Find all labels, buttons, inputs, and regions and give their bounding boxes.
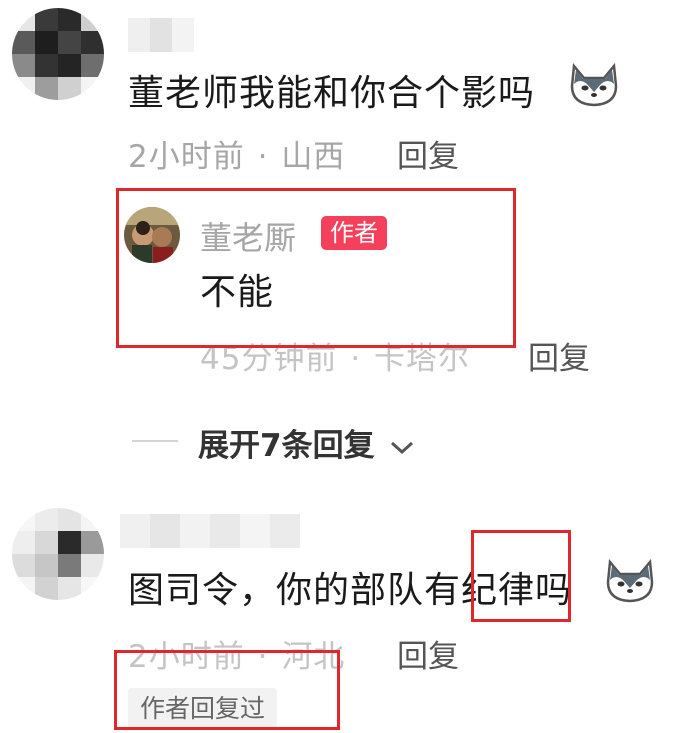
chevron-down-icon bbox=[391, 441, 414, 454]
highlight-box-author-replied bbox=[114, 650, 340, 730]
expand-replies-button[interactable]: 展开7条回复 bbox=[198, 420, 415, 465]
avatar[interactable] bbox=[12, 8, 104, 100]
username-blurred[interactable] bbox=[128, 18, 194, 52]
comment-meta: 2小时前 · 山西 bbox=[128, 131, 345, 176]
reply-button[interactable]: 回复 bbox=[397, 131, 459, 176]
cat-emoji-icon bbox=[570, 62, 618, 107]
highlight-box-discipline-word bbox=[471, 530, 571, 622]
avatar[interactable] bbox=[12, 508, 104, 600]
comment-text: 董老师我能和你合个影吗 bbox=[128, 73, 536, 114]
highlight-box-author-reply bbox=[116, 188, 516, 348]
expand-divider bbox=[132, 440, 178, 442]
comment-time: 2小时前 bbox=[128, 139, 245, 175]
meta-separator: · bbox=[257, 139, 269, 175]
reply-button[interactable]: 回复 bbox=[397, 631, 459, 676]
comment-location: 山西 bbox=[281, 139, 346, 175]
reply-button[interactable]: 回复 bbox=[528, 333, 590, 378]
cat-emoji-icon bbox=[606, 558, 654, 603]
expand-replies-label: 展开7条回复 bbox=[198, 428, 375, 464]
username-blurred[interactable] bbox=[120, 514, 300, 548]
